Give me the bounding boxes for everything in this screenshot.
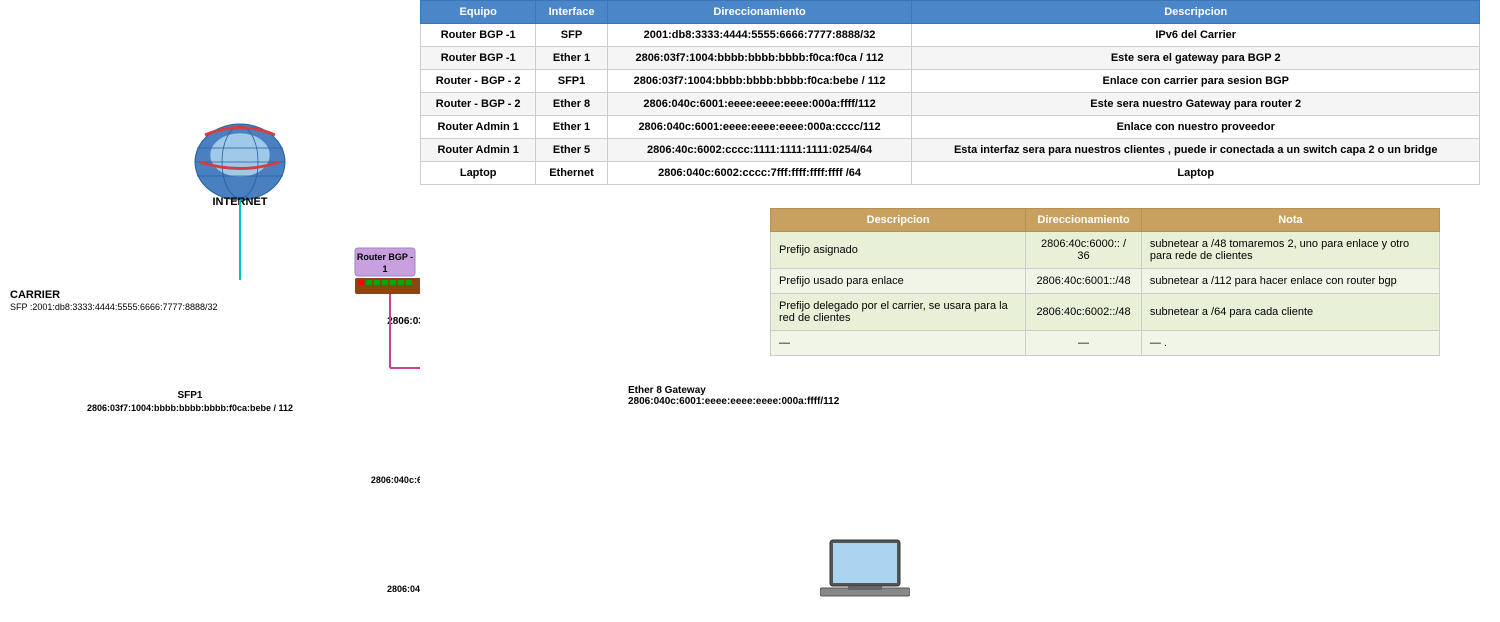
- svg-text:1: 1: [382, 264, 387, 274]
- col-direccionamiento: Direccionamiento: [607, 1, 912, 24]
- cell-direccionamiento: 2806:040c:6001:eeee:eeee:eeee:000a:cccc/…: [607, 116, 912, 139]
- cell-interface: Ethernet: [536, 162, 607, 185]
- sec-col-direccionamiento: Direccionamiento: [1026, 209, 1142, 232]
- cell-descripcion: Este sera nuestro Gateway para router 2: [912, 93, 1480, 116]
- sec-table-row: ——— .: [771, 331, 1440, 356]
- secondary-table: Descripcion Direccionamiento Nota Prefij…: [770, 208, 1440, 356]
- svg-text:2806:03f7:1004:bbbb:bbbb:bbbb:: 2806:03f7:1004:bbbb:bbbb:bbbb:f0ca:f0ca …: [387, 316, 420, 327]
- secondary-table-section: Descripcion Direccionamiento Nota Prefij…: [770, 208, 1440, 356]
- table-row: LaptopEthernet2806:040c:6002:cccc:7fff:f…: [421, 162, 1480, 185]
- cell-direccionamiento: 2806:040c:6002:cccc:7fff:ffff:ffff:ffff …: [607, 162, 912, 185]
- cell-interface: SFP1: [536, 70, 607, 93]
- cell-direccionamiento: 2806:03f7:1004:bbbb:bbbb:bbbb:f0ca:bebe …: [607, 70, 912, 93]
- sec-cell-descripcion: Prefijo usado para enlace: [771, 269, 1026, 294]
- cell-descripcion: Esta interfaz sera para nuestros cliente…: [912, 139, 1480, 162]
- cell-equipo: Router BGP -1: [421, 24, 536, 47]
- sec-cell-nota: subnetear a /64 para cada cliente: [1141, 294, 1439, 331]
- sec-table-row: Prefijo asignado2806:40c:6000:: / 36subn…: [771, 232, 1440, 269]
- table-row: Router - BGP - 2Ether 82806:040c:6001:ee…: [421, 93, 1480, 116]
- cell-interface: Ether 5: [536, 139, 607, 162]
- cell-equipo: Laptop: [421, 162, 536, 185]
- col-equipo: Equipo: [421, 1, 536, 24]
- cell-direccionamiento: 2806:40c:6002:cccc:1111:1111:1111:0254/6…: [607, 139, 912, 162]
- main-table: Equipo Interface Direccionamiento Descri…: [420, 0, 1480, 185]
- table-row: Router - BGP - 2SFP12806:03f7:1004:bbbb:…: [421, 70, 1480, 93]
- sec-col-descripcion: Descripcion: [771, 209, 1026, 232]
- laptop-icon: [820, 538, 910, 606]
- svg-text:CARRIER: CARRIER: [10, 289, 60, 301]
- sec-col-nota: Nota: [1141, 209, 1439, 232]
- sec-cell-direccionamiento: 2806:40c:6002::/48: [1026, 294, 1142, 331]
- cell-direccionamiento: 2806:03f7:1004:bbbb:bbbb:bbbb:f0ca:f0ca …: [607, 47, 912, 70]
- cell-direccionamiento: 2806:040c:6001:eeee:eeee:eeee:000a:ffff/…: [607, 93, 912, 116]
- ether8-label: Ether 8 Gateway 2806:040c:6001:eeee:eeee…: [628, 385, 839, 407]
- cell-direccionamiento: 2001:db8:3333:4444:5555:6666:7777:8888/3…: [607, 24, 912, 47]
- sec-table-row: Prefijo usado para enlace2806:40c:6001::…: [771, 269, 1440, 294]
- sec-cell-nota: — .: [1141, 331, 1439, 356]
- svg-text:SFP1: SFP1: [177, 390, 202, 401]
- svg-text:2806:040c:6002:cccc:7fff:ffff:: 2806:040c:6002:cccc:7fff:ffff:ffff:ffff …: [387, 584, 420, 594]
- col-interface: Interface: [536, 1, 607, 24]
- table-row: Router BGP -1SFP2001:db8:3333:4444:5555:…: [421, 24, 1480, 47]
- sec-table-row: Prefijo delegado por el carrier, se usar…: [771, 294, 1440, 331]
- cell-descripcion: Laptop: [912, 162, 1480, 185]
- network-diagram: INTERNET CARRIER SFP :2001:db8:3333:4444…: [0, 0, 420, 622]
- cell-interface: Ether 8: [536, 93, 607, 116]
- cell-equipo: Router Admin 1: [421, 116, 536, 139]
- cell-descripcion: IPv6 del Carrier: [912, 24, 1480, 47]
- cell-equipo: Router - BGP - 2: [421, 70, 536, 93]
- cell-descripcion: Este sera el gateway para BGP 2: [912, 47, 1480, 70]
- col-descripcion: Descripcion: [912, 1, 1480, 24]
- cell-equipo: Router Admin 1: [421, 139, 536, 162]
- main-table-section: Equipo Interface Direccionamiento Descri…: [420, 0, 1480, 185]
- table-row: Router Admin 1Ether 12806:040c:6001:eeee…: [421, 116, 1480, 139]
- table-row: Router BGP -1Ether 12806:03f7:1004:bbbb:…: [421, 47, 1480, 70]
- cell-descripcion: Enlace con carrier para sesion BGP: [912, 70, 1480, 93]
- sec-cell-descripcion: Prefijo delegado por el carrier, se usar…: [771, 294, 1026, 331]
- sec-cell-direccionamiento: —: [1026, 331, 1142, 356]
- svg-text:2806:03f7:1004:bbbb:bbbb:bbbb:: 2806:03f7:1004:bbbb:bbbb:bbbb:f0ca:bebe …: [87, 403, 293, 413]
- sec-cell-descripcion: —: [771, 331, 1026, 356]
- svg-text:SFP :2001:db8:3333:4444:5555:6: SFP :2001:db8:3333:4444:5555:6666:7777:8…: [10, 302, 218, 312]
- sec-cell-direccionamiento: 2806:40c:6001::/48: [1026, 269, 1142, 294]
- table-row: Router Admin 1Ether 52806:40c:6002:cccc:…: [421, 139, 1480, 162]
- svg-text:2806:040c:6001:eeee:eeee:eeee:: 2806:040c:6001:eeee:eeee:eeee:000a:cccc/…: [371, 475, 420, 485]
- sec-cell-direccionamiento: 2806:40c:6000:: / 36: [1026, 232, 1142, 269]
- sec-cell-nota: subnetear a /48 tomaremos 2, uno para en…: [1141, 232, 1439, 269]
- cell-interface: SFP: [536, 24, 607, 47]
- svg-text:INTERNET: INTERNET: [213, 196, 268, 208]
- cell-equipo: Router - BGP - 2: [421, 93, 536, 116]
- sec-cell-descripcion: Prefijo asignado: [771, 232, 1026, 269]
- cell-descripcion: Enlace con nuestro proveedor: [912, 116, 1480, 139]
- cell-interface: Ether 1: [536, 47, 607, 70]
- svg-text:Router BGP -: Router BGP -: [357, 252, 413, 262]
- cell-interface: Ether 1: [536, 116, 607, 139]
- sec-cell-nota: subnetear a /112 para hacer enlace con r…: [1141, 269, 1439, 294]
- cell-equipo: Router BGP -1: [421, 47, 536, 70]
